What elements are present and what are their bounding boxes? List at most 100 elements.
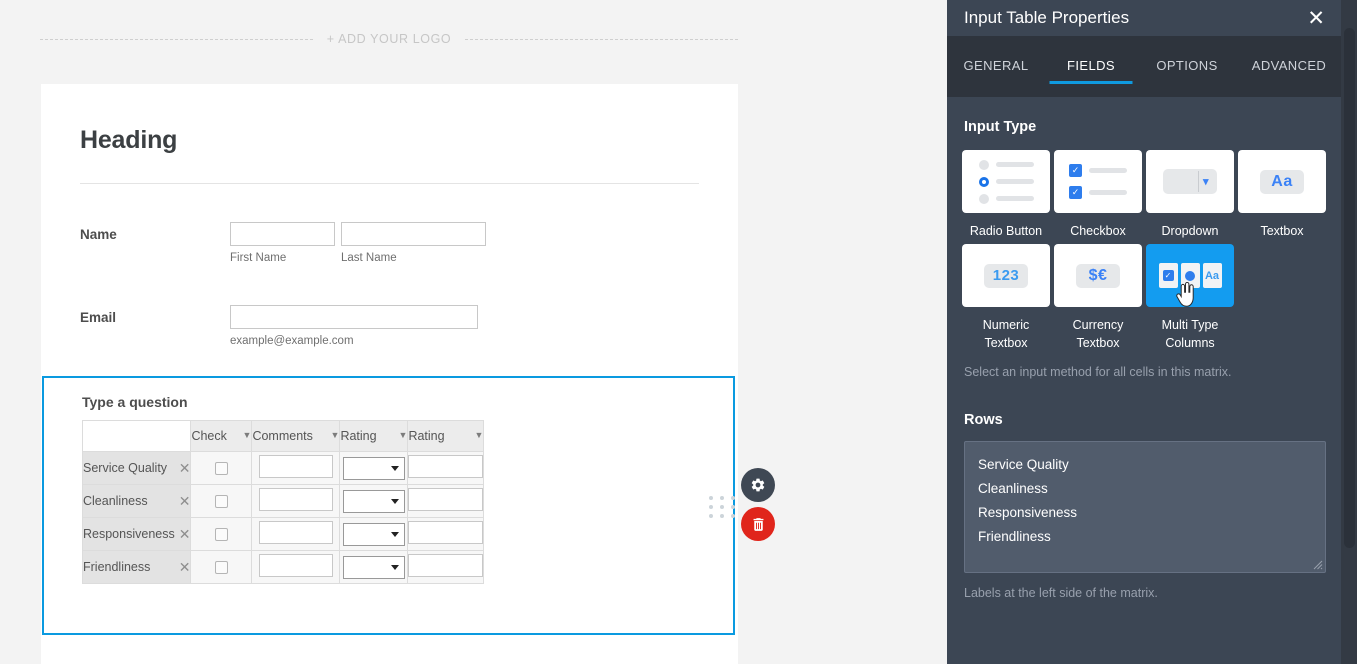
caret-down-icon	[390, 498, 399, 504]
input-type-checkbox[interactable]: ✓ ✓ Checkbox	[1054, 150, 1142, 240]
logo-dash-left	[40, 38, 313, 40]
panel-scrollbar[interactable]	[1341, 0, 1357, 664]
matrix-question-title[interactable]: Type a question	[82, 394, 188, 410]
panel-tabs: GENERAL FIELDS OPTIONS ADVANCED	[947, 36, 1341, 91]
input-type-label: Dropdown	[1161, 224, 1219, 238]
rating-select[interactable]	[342, 456, 405, 480]
rows-line: Friendliness	[978, 529, 1051, 545]
cell-comments	[251, 517, 341, 551]
rating-select[interactable]	[342, 555, 405, 579]
chevron-down-icon[interactable]: ▼	[331, 430, 340, 440]
input-type-dropdown[interactable]: ▾ Dropdown	[1146, 150, 1234, 240]
row-label: Cleanliness	[83, 494, 148, 508]
row-label: Service Quality	[83, 461, 168, 475]
input-type-label: Checkbox	[1070, 224, 1126, 238]
row-header-cleanliness[interactable]: Cleanliness ✕	[81, 484, 192, 518]
last-name-sublabel: Last Name	[341, 252, 397, 264]
row-header-responsiveness[interactable]: Responsiveness ✕	[81, 517, 192, 551]
cell-rating-1	[339, 550, 409, 584]
form-heading[interactable]: Heading	[80, 126, 177, 155]
cell-rating-1	[339, 451, 409, 485]
cell-check	[190, 517, 253, 551]
panel-header: Input Table Properties ✕	[947, 0, 1341, 36]
rows-textarea[interactable]: Service Quality Cleanliness Responsivene…	[964, 441, 1326, 574]
comment-input[interactable]	[258, 521, 333, 544]
email-input[interactable]	[230, 305, 478, 329]
checkbox-input[interactable]	[214, 561, 228, 575]
input-type-textbox[interactable]: Aa Textbox	[1238, 150, 1326, 240]
logo-dash-right	[465, 38, 738, 40]
comment-input[interactable]	[258, 554, 333, 577]
input-table-widget[interactable]: Type a question Check ▼ Comments ▼ Ratin…	[42, 376, 735, 635]
drag-dot	[720, 505, 724, 509]
cell-rating-1	[339, 484, 409, 518]
input-type-hint: Select an input method for all cells in …	[964, 365, 1232, 380]
input-type-section-title: Input Type	[964, 119, 1037, 135]
drag-dots-icon[interactable]	[709, 496, 737, 518]
checkbox-input[interactable]	[214, 462, 228, 476]
input-type-numeric-textbox[interactable]: 123 Numeric Textbox	[962, 244, 1050, 352]
input-type-multi-type-columns[interactable]: ✓ Aa Multi Type Columns	[1146, 244, 1234, 352]
resize-handle-icon[interactable]	[1313, 560, 1323, 570]
column-header-comments[interactable]: Comments ▼	[251, 420, 341, 452]
chevron-down-icon[interactable]: ▼	[243, 430, 252, 440]
textbox-icon: Aa	[1238, 150, 1326, 213]
column-header-rating-2[interactable]: Rating ▼	[407, 420, 485, 452]
column-header-rating-1[interactable]: Rating ▼	[339, 420, 409, 452]
cell-rating-2	[407, 451, 485, 485]
comment-input[interactable]	[258, 455, 333, 478]
rating-input[interactable]	[408, 488, 484, 511]
checkbox-input[interactable]	[214, 495, 228, 509]
close-icon[interactable]: ✕	[175, 461, 191, 475]
add-logo-label: + ADD YOUR LOGO	[326, 32, 452, 46]
comment-input[interactable]	[258, 488, 333, 511]
currency-glyph: $€	[1076, 263, 1120, 288]
input-type-currency-textbox[interactable]: $€ Currency Textbox	[1054, 244, 1142, 352]
drag-dot	[731, 514, 735, 518]
drag-dot	[709, 496, 713, 500]
column-header-label: Rating	[408, 429, 445, 443]
first-name-input[interactable]	[230, 222, 335, 246]
input-type-label: Currency Textbox	[1072, 318, 1124, 351]
tab-advanced[interactable]: ADVANCED	[1237, 36, 1341, 73]
input-type-radio-button[interactable]: Radio Button	[962, 150, 1050, 240]
drag-dot	[731, 496, 735, 500]
drag-dot	[709, 505, 713, 509]
close-icon[interactable]: ✕	[175, 560, 191, 574]
panel-scrollbar-thumb[interactable]	[1344, 28, 1355, 548]
caret-down-icon	[390, 465, 399, 471]
close-icon[interactable]: ✕	[175, 494, 191, 508]
column-header-label: Rating	[340, 429, 377, 443]
checkbox-icon: ✓ ✓	[1054, 150, 1142, 213]
add-logo-placeholder[interactable]: + ADD YOUR LOGO	[40, 28, 738, 50]
checkbox-input[interactable]	[214, 528, 228, 542]
last-name-input[interactable]	[341, 222, 486, 246]
gear-button[interactable]	[741, 468, 775, 502]
row-header-friendliness[interactable]: Friendliness ✕	[81, 550, 192, 584]
cell-rating-2	[407, 550, 485, 584]
tab-fields[interactable]: FIELDS	[1045, 36, 1137, 73]
panel-body: Input Type Radio Button ✓ ✓ Checkbox ▾ D…	[947, 97, 1341, 664]
tab-general[interactable]: GENERAL	[947, 36, 1045, 73]
chevron-down-icon[interactable]: ▼	[399, 430, 408, 440]
rating-input[interactable]	[408, 521, 484, 544]
tab-options[interactable]: OPTIONS	[1137, 36, 1237, 73]
numeric-textbox-icon: 123	[962, 244, 1050, 308]
rows-line: Cleanliness	[978, 481, 1048, 497]
column-header-label: Comments	[252, 429, 313, 443]
row-header-service-quality[interactable]: Service Quality ✕	[81, 451, 192, 485]
rating-input[interactable]	[408, 554, 484, 577]
rating-input[interactable]	[408, 455, 484, 478]
close-icon[interactable]: ✕	[1307, 8, 1325, 29]
rating-select[interactable]	[342, 489, 405, 513]
table-corner-cell	[81, 420, 192, 452]
email-field-label: Email	[80, 310, 117, 325]
close-icon[interactable]: ✕	[175, 527, 191, 541]
rows-line: Service Quality	[978, 457, 1069, 473]
input-type-grid: Radio Button ✓ ✓ Checkbox ▾ Dropdown Aa …	[962, 150, 1341, 352]
column-header-label: Check	[191, 429, 227, 443]
chevron-down-icon[interactable]: ▼	[475, 430, 484, 440]
column-header-check[interactable]: Check ▼	[190, 420, 253, 452]
rating-select[interactable]	[342, 522, 405, 546]
delete-button[interactable]	[741, 507, 775, 541]
